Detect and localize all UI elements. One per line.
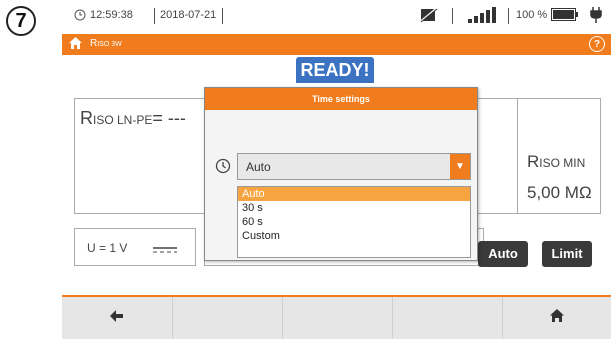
status-bar: 12:59:38 2018-07-21 100 % bbox=[62, 0, 611, 32]
back-button[interactable] bbox=[62, 297, 173, 339]
ready-indicator: READY! bbox=[296, 57, 374, 83]
voltage-label: U = 1 V bbox=[87, 241, 128, 255]
clock-icon bbox=[74, 9, 86, 24]
step-number-badge: 7 bbox=[6, 6, 36, 36]
limit-button[interactable]: Limit bbox=[542, 241, 592, 267]
no-signal-icon bbox=[419, 7, 438, 26]
toolbar-slot-2[interactable] bbox=[172, 297, 283, 339]
chevron-down-icon[interactable]: ▼ bbox=[450, 154, 470, 179]
time-settings-dialog: Time settings Auto ▼ Auto 30 s 60 s Cust… bbox=[204, 87, 478, 261]
status-time: 12:59:38 bbox=[90, 9, 133, 21]
dc-icon bbox=[153, 243, 177, 257]
home-icon[interactable] bbox=[68, 36, 83, 53]
time-options-list: Auto 30 s 60 s Custom bbox=[237, 186, 471, 258]
battery-icon bbox=[551, 8, 579, 24]
toolbar-slot-4[interactable] bbox=[392, 297, 503, 339]
status-date: 2018-07-21 bbox=[160, 9, 217, 21]
time-option-auto[interactable]: Auto bbox=[238, 187, 470, 201]
home-button[interactable] bbox=[502, 297, 611, 339]
time-option-custom[interactable]: Custom bbox=[238, 229, 470, 243]
title-bar: RISO 3W ? bbox=[62, 34, 611, 55]
plug-icon bbox=[590, 6, 602, 27]
time-select[interactable]: Auto ▼ bbox=[237, 153, 471, 180]
home-icon bbox=[549, 308, 565, 328]
riso-ln-pe-reading: RISO LN-PE= --- bbox=[80, 108, 186, 128]
battery-percent: 100 % bbox=[516, 9, 548, 21]
bottom-toolbar bbox=[62, 295, 611, 339]
signal-strength-icon bbox=[468, 6, 498, 27]
page-title: RISO 3W bbox=[90, 38, 122, 49]
toolbar-slot-3[interactable] bbox=[282, 297, 393, 339]
voltage-setting[interactable]: U = 1 V bbox=[74, 228, 196, 266]
arrow-left-icon bbox=[110, 309, 124, 327]
timer-icon bbox=[215, 158, 231, 179]
riso-min-label: RISO MIN bbox=[527, 152, 586, 171]
dialog-title: Time settings bbox=[205, 88, 477, 110]
help-icon[interactable]: ? bbox=[589, 36, 605, 52]
riso-min-value: 5,00 MΩ bbox=[527, 183, 592, 202]
time-option-60s[interactable]: 60 s bbox=[238, 215, 470, 229]
auto-button[interactable]: Auto bbox=[478, 241, 528, 267]
time-select-value: Auto bbox=[246, 160, 271, 174]
time-option-30s[interactable]: 30 s bbox=[238, 201, 470, 215]
